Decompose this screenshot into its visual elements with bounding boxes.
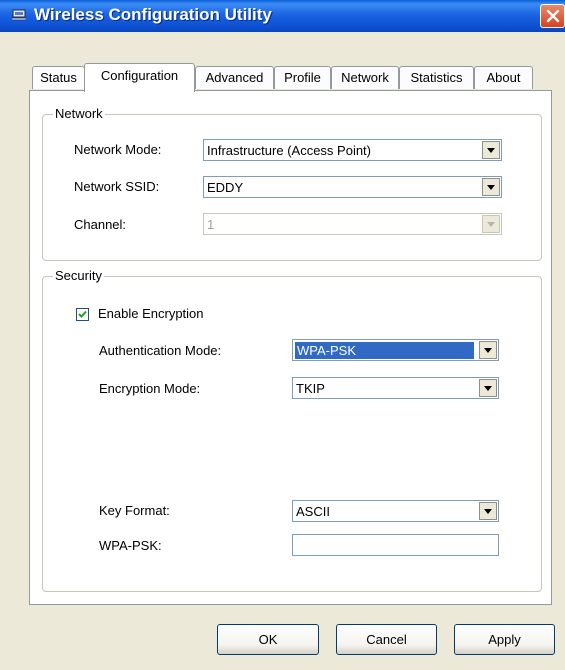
network-ssid-value: EDDY xyxy=(207,180,244,195)
wireless-config-window: Wireless Configuration Utility Status Co… xyxy=(0,0,565,670)
chevron-down-icon[interactable] xyxy=(482,178,500,196)
key-format-label: Key Format: xyxy=(99,503,170,518)
network-mode-value: Infrastructure (Access Point) xyxy=(207,143,371,158)
authentication-mode-label: Authentication Mode: xyxy=(99,343,222,358)
chevron-down-icon xyxy=(482,215,500,233)
apply-button[interactable]: Apply xyxy=(454,624,555,655)
authentication-mode-value: WPA-PSK xyxy=(295,342,474,359)
encryption-mode-label: Encryption Mode: xyxy=(99,381,201,396)
security-group: Security Enable Encryption Authenticatio… xyxy=(42,268,542,592)
tab-about[interactable]: About xyxy=(474,66,533,89)
network-mode-select[interactable]: Infrastructure (Access Point) xyxy=(203,139,502,161)
channel-select: 1 xyxy=(203,213,502,235)
encryption-mode-value: TKIP xyxy=(296,381,325,396)
enable-encryption-label[interactable]: Enable Encryption xyxy=(98,306,204,321)
network-mode-label: Network Mode: xyxy=(74,142,162,157)
network-group: Network Network Mode: Infrastructure (Ac… xyxy=(42,106,542,261)
tab-profile[interactable]: Profile xyxy=(274,66,331,89)
title-bar[interactable]: Wireless Configuration Utility xyxy=(0,0,565,32)
channel-value: 1 xyxy=(207,217,215,232)
network-ssid-label: Network SSID: xyxy=(74,179,160,194)
tab-network[interactable]: Network xyxy=(331,66,399,89)
check-icon xyxy=(78,310,87,318)
wpa-psk-input[interactable] xyxy=(292,534,499,556)
configuration-panel: Network Network Mode: Infrastructure (Ac… xyxy=(29,90,552,605)
close-icon xyxy=(546,9,560,23)
tab-status[interactable]: Status xyxy=(32,66,85,89)
chevron-down-icon[interactable] xyxy=(479,502,497,520)
wpa-psk-label: WPA-PSK: xyxy=(99,538,162,553)
chevron-down-icon[interactable] xyxy=(479,379,497,397)
chevron-down-icon[interactable] xyxy=(482,141,500,159)
security-group-title: Security xyxy=(53,268,104,283)
network-card-icon xyxy=(11,9,27,21)
ok-button[interactable]: OK xyxy=(217,624,319,655)
network-group-title: Network xyxy=(53,106,105,121)
authentication-mode-select[interactable]: WPA-PSK xyxy=(292,339,499,361)
cancel-button[interactable]: Cancel xyxy=(336,624,437,655)
tab-configuration[interactable]: Configuration xyxy=(84,63,195,92)
network-ssid-select[interactable]: EDDY xyxy=(203,176,502,198)
close-button[interactable] xyxy=(540,4,565,28)
key-format-value: ASCII xyxy=(296,504,330,519)
tab-advanced[interactable]: Advanced xyxy=(195,66,274,89)
tab-statistics[interactable]: Statistics xyxy=(399,66,474,89)
window-title: Wireless Configuration Utility xyxy=(34,5,272,24)
chevron-down-icon[interactable] xyxy=(479,341,497,359)
channel-label: Channel: xyxy=(74,217,127,232)
key-format-select[interactable]: ASCII xyxy=(292,500,499,522)
encryption-mode-select[interactable]: TKIP xyxy=(292,377,499,399)
enable-encryption-checkbox[interactable] xyxy=(76,308,89,321)
